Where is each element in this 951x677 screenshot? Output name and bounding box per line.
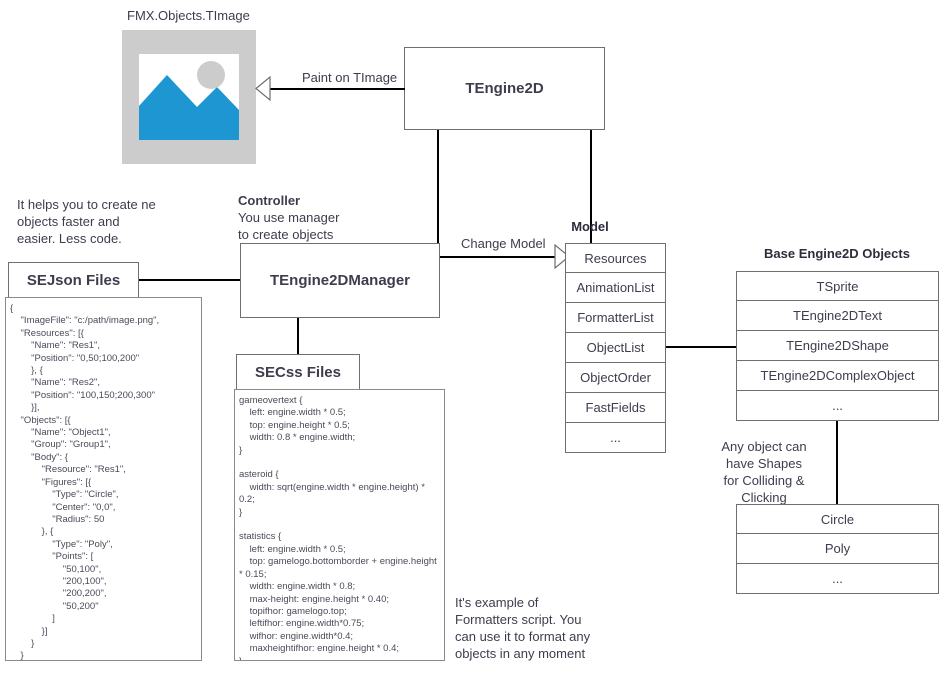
base-object-label: TEngine2DShape bbox=[786, 338, 889, 353]
diagram-canvas: FMX.Objects.TImage TEngine2D Paint on TI… bbox=[0, 0, 951, 677]
shapes-list: Circle Poly ... bbox=[736, 504, 939, 594]
sejson-files-label: SEJson Files bbox=[26, 271, 121, 289]
sejson-to-manager-connector bbox=[139, 279, 240, 281]
base-objects-heading: Base Engine2D Objects bbox=[764, 246, 910, 261]
paint-on-timage-connector bbox=[268, 88, 405, 90]
controller-note-title: Controller bbox=[238, 193, 301, 208]
secss-code-panel[interactable]: gameovertext { left: engine.width * 0.5;… bbox=[234, 389, 445, 661]
model-item-label: AnimationList bbox=[576, 280, 655, 295]
base-objects-to-shapes-connector bbox=[836, 421, 838, 504]
manager-box-label: TEngine2DManager bbox=[269, 272, 411, 289]
secss-files-box[interactable]: SECss Files bbox=[236, 354, 360, 390]
paint-on-timage-label: Paint on TImage bbox=[302, 70, 398, 85]
secss-code-text: gameovertext { left: engine.width * 0.5;… bbox=[239, 395, 437, 660]
manager-box[interactable]: TEngine2DManager bbox=[240, 243, 440, 318]
base-object-label: ... bbox=[832, 398, 843, 413]
secss-files-label: SECss Files bbox=[255, 363, 341, 381]
controller-note-body: You use manager to create objects bbox=[238, 210, 340, 242]
shapes-note: Any object can have Shapes for Colliding… bbox=[721, 439, 807, 505]
model-item-fastfields[interactable]: FastFields bbox=[565, 393, 666, 423]
objectlist-to-shape-connector bbox=[666, 346, 736, 348]
model-item-label: ObjectOrder bbox=[580, 370, 651, 385]
image-sun-icon bbox=[197, 61, 225, 89]
model-item-label: ... bbox=[610, 430, 621, 445]
model-item-label: Resources bbox=[584, 250, 647, 266]
base-object-tengine2dshape[interactable]: TEngine2DShape bbox=[736, 331, 939, 361]
image-component-title: FMX.Objects.TImage bbox=[127, 8, 250, 23]
engine-to-manager-connector bbox=[437, 130, 439, 243]
sejson-files-box[interactable]: SEJson Files bbox=[8, 262, 139, 298]
shape-item-label: Poly bbox=[824, 541, 851, 556]
sejson-note: It helps you to create ne objects faster… bbox=[17, 197, 156, 246]
shape-item-more[interactable]: ... bbox=[736, 564, 939, 594]
model-item-label: FormatterList bbox=[577, 310, 654, 325]
change-model-connector bbox=[440, 256, 556, 258]
sejson-code-panel[interactable]: { "ImageFile": "c:/path/image.png", "Res… bbox=[5, 297, 202, 661]
base-object-more[interactable]: ... bbox=[736, 391, 939, 421]
paint-on-timage-arrow-icon bbox=[255, 76, 271, 101]
model-item-objectorder[interactable]: ObjectOrder bbox=[565, 363, 666, 393]
base-object-label: TEngine2DText bbox=[793, 308, 882, 323]
manager-to-secss-connector bbox=[297, 318, 299, 354]
base-object-label: TEngine2DComplexObject bbox=[760, 368, 915, 383]
model-heading: Model bbox=[571, 219, 609, 234]
shape-item-label: ... bbox=[832, 571, 843, 586]
change-model-label: Change Model bbox=[461, 236, 546, 251]
image-placeholder-icon bbox=[122, 30, 256, 164]
model-item-resources[interactable]: Resources bbox=[565, 243, 666, 273]
model-item-more[interactable]: ... bbox=[565, 423, 666, 453]
engine-box-label: TEngine2D bbox=[465, 80, 544, 97]
base-object-tengine2dtext[interactable]: TEngine2DText bbox=[736, 301, 939, 331]
shape-item-poly[interactable]: Poly bbox=[736, 534, 939, 564]
base-object-tengine2dcomplexobject[interactable]: TEngine2DComplexObject bbox=[736, 361, 939, 391]
model-item-formatterlist[interactable]: FormatterList bbox=[565, 303, 666, 333]
image-photo-graphic bbox=[139, 75, 239, 140]
model-item-label: ObjectList bbox=[586, 340, 645, 355]
formatters-note: It's example of Formatters script. You c… bbox=[455, 595, 591, 661]
engine-box[interactable]: TEngine2D bbox=[404, 47, 605, 130]
model-item-animationlist[interactable]: AnimationList bbox=[565, 273, 666, 303]
model-item-label: FastFields bbox=[585, 400, 646, 415]
base-object-label: TSprite bbox=[816, 278, 859, 294]
model-list: Resources AnimationList FormatterList Ob… bbox=[565, 243, 666, 453]
sejson-code-text: { "ImageFile": "c:/path/image.png", "Res… bbox=[10, 303, 160, 661]
shape-item-label: Circle bbox=[820, 511, 855, 527]
base-object-tsprite[interactable]: TSprite bbox=[736, 271, 939, 301]
base-objects-list: TSprite TEngine2DText TEngine2DShape TEn… bbox=[736, 271, 939, 421]
shape-item-circle[interactable]: Circle bbox=[736, 504, 939, 534]
model-item-objectlist[interactable]: ObjectList bbox=[565, 333, 666, 363]
